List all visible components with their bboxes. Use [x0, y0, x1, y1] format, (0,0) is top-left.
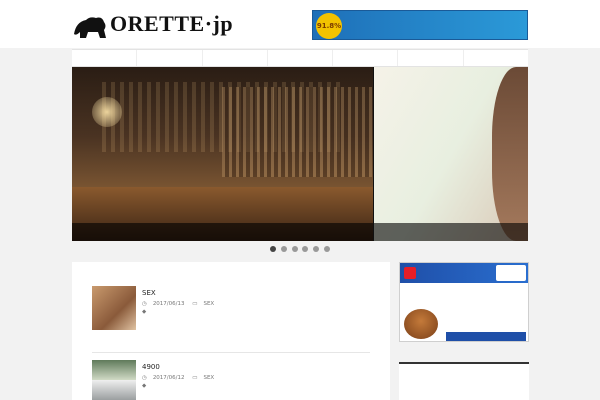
site-logo[interactable]: ORETTE·jp	[72, 10, 233, 46]
list-item: 4900 ◷ 2017/06/12 ▭ SEX ◆	[92, 360, 382, 400]
tag-icon: ◆	[142, 309, 147, 315]
nav-item-4[interactable]	[268, 50, 334, 66]
ad-line-4	[442, 319, 528, 331]
folder-icon: ▭	[192, 375, 198, 381]
nav-item-7[interactable]	[464, 50, 528, 66]
ad-line-3	[442, 309, 528, 319]
ad-cta-button[interactable]	[446, 332, 526, 341]
ad-top-line	[347, 14, 525, 22]
post-list: SEX ◷ 2017/06/13 ▭ SEX ◆ 4900 ◷ 2017/06/12 …	[72, 262, 390, 400]
ad-main-line	[347, 24, 525, 38]
slide-main-caption[interactable]	[72, 223, 373, 241]
clock-icon: ◷	[142, 301, 147, 307]
slider-dot-2[interactable]	[280, 246, 287, 252]
sidebar-widget	[399, 362, 529, 400]
slider-dot-1[interactable]	[270, 246, 276, 252]
nav-item-1[interactable]	[72, 50, 138, 66]
post-tag[interactable]: ◆	[142, 308, 146, 317]
ad-headline	[400, 285, 528, 297]
post-title[interactable]: 4900	[142, 362, 382, 372]
post-excerpt	[142, 320, 372, 340]
slider-dots	[270, 246, 330, 254]
brand-logo-icon	[404, 267, 416, 279]
slide-bar-image[interactable]	[72, 67, 373, 241]
post-date: 2017/06/12	[152, 375, 185, 381]
post-category[interactable]: SEX	[203, 301, 214, 307]
site-header: ORETTE·jp 91.8%	[0, 0, 600, 48]
ad-percent-badge: 91.8%	[316, 13, 342, 39]
list-item: SEX ◷ 2017/06/13 ▭ SEX ◆	[92, 286, 382, 348]
post-thumbnail[interactable]	[92, 360, 136, 400]
mascot-icon	[404, 309, 438, 339]
post-tag[interactable]: ◆	[142, 382, 146, 391]
logo-wordmark: ORETTE·jp	[110, 11, 234, 36]
main-nav	[72, 49, 528, 67]
sidebar-tutoring-ad[interactable]	[399, 262, 529, 342]
slider-dot-6[interactable]	[323, 246, 330, 252]
ad-title-bar	[400, 263, 528, 283]
post-divider	[92, 352, 370, 353]
lion-icon	[74, 17, 106, 38]
post-meta: ◷ 2017/06/12 ▭ SEX	[142, 374, 382, 383]
post-meta: ◷ 2017/06/13 ▭ SEX	[142, 300, 382, 309]
ad-subline	[400, 297, 528, 307]
slide-woman-image[interactable]	[374, 67, 528, 241]
slider-dot-5[interactable]	[313, 246, 320, 252]
bar-lamp	[92, 97, 122, 127]
slide-side-caption[interactable]	[374, 223, 528, 241]
nav-item-3[interactable]	[203, 50, 268, 66]
sidebar-heading	[399, 350, 529, 360]
slider-dot-4[interactable]	[302, 246, 309, 252]
folder-icon: ▭	[192, 301, 198, 307]
nav-item-6[interactable]	[398, 50, 464, 66]
ad-title	[420, 266, 490, 280]
slider-dot-3[interactable]	[291, 246, 298, 252]
bar-bottles	[222, 87, 372, 177]
nav-item-2[interactable]	[137, 50, 203, 66]
post-category[interactable]: SEX	[203, 375, 214, 381]
clock-icon: ◷	[142, 375, 147, 381]
woman-figure	[492, 67, 528, 241]
post-thumbnail[interactable]	[92, 286, 136, 330]
nav-item-5[interactable]	[333, 50, 399, 66]
header-banner-ad[interactable]: 91.8%	[312, 10, 528, 40]
ad-group-badge	[496, 265, 526, 281]
post-title[interactable]: SEX	[142, 288, 382, 298]
tag-icon: ◆	[142, 383, 147, 389]
post-date: 2017/06/13	[152, 301, 185, 307]
post-excerpt	[142, 394, 372, 400]
featured-slider[interactable]	[72, 67, 528, 241]
